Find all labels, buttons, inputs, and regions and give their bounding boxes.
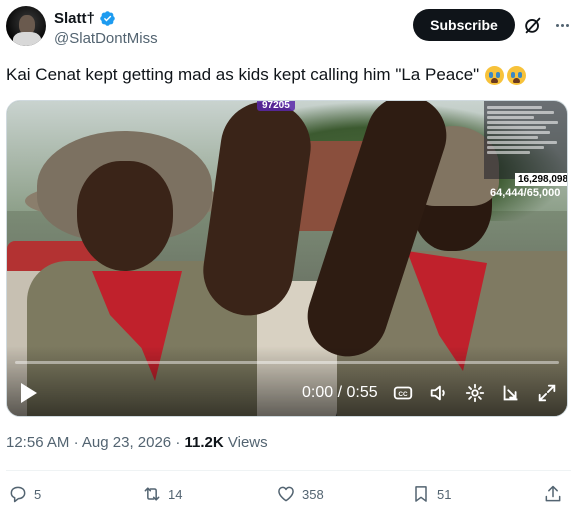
repost-count: 14 [168,486,183,502]
tweet-body: Kai Cenat kept getting mad as kids kept … [6,65,480,84]
tweet-meta: 12:56 AM · Aug 23, 2026 · 11.2K Views [6,434,268,451]
like-count: 358 [302,486,324,502]
views-count: 11.2K [184,434,224,451]
subs-counter-top: 16,298,098 [515,173,567,186]
loudly-crying-face-icon [485,65,505,85]
picture-in-picture-icon[interactable] [500,382,522,404]
subs-counter-bottom: 64,444/65,000 [490,187,561,199]
controls-shade [7,346,567,416]
share-button[interactable] [543,484,563,504]
video-player[interactable]: 97205 16,298,098 64,444/65,000 0:00 / 0:… [6,100,568,417]
more-dot [560,23,564,27]
stream-chat-overlay [484,101,567,179]
like-button[interactable]: 358 [276,484,324,504]
fullscreen-icon[interactable] [536,382,558,404]
svg-text:CC: CC [398,391,408,398]
tweet-time[interactable]: 12:56 AM [6,434,69,451]
volume-icon[interactable] [428,382,450,404]
more-icon[interactable] [551,14,573,36]
subscribe-button[interactable]: Subscribe [413,9,515,41]
play-icon[interactable] [19,382,39,404]
time-display: 0:00 / 0:55 [302,384,378,401]
display-name[interactable]: Slatt† [54,10,95,27]
repost-icon [144,487,160,501]
settings-gear-icon[interactable] [464,382,486,404]
more-dot [565,23,569,27]
repost-button[interactable]: 14 [142,484,182,504]
views-label: Views [227,434,268,451]
bookmark-button[interactable]: 51 [411,484,451,504]
share-icon [545,485,561,502]
bookmark-icon [415,486,427,502]
avatar-body [13,32,41,46]
avatar[interactable] [6,6,46,46]
verified-badge-icon [100,10,115,26]
reply-count: 5 [34,486,42,502]
divider [6,470,571,471]
captions-icon[interactable]: CC [392,382,414,404]
more-dot [555,23,559,27]
bookmark-count: 51 [437,486,452,502]
name-row: Slatt† [54,8,158,28]
person-face [77,161,173,271]
grok-icon[interactable] [522,14,544,36]
tweet-date[interactable]: Aug 23, 2026 [82,434,171,451]
reply-icon [10,486,26,503]
loudly-crying-face-icon [507,65,527,85]
meta-separator: · [175,434,185,451]
user-handle[interactable]: @SlatDontMiss [54,30,158,47]
heart-icon [278,486,294,502]
stream-viewer-badge: 97205 [257,101,295,111]
progress-bar[interactable] [15,361,559,364]
user-info: Slatt† @SlatDontMiss [54,8,158,48]
tweet-text: Kai Cenat kept getting mad as kids kept … [6,64,527,86]
reply-button[interactable]: 5 [8,484,41,504]
meta-separator: · [73,434,82,451]
